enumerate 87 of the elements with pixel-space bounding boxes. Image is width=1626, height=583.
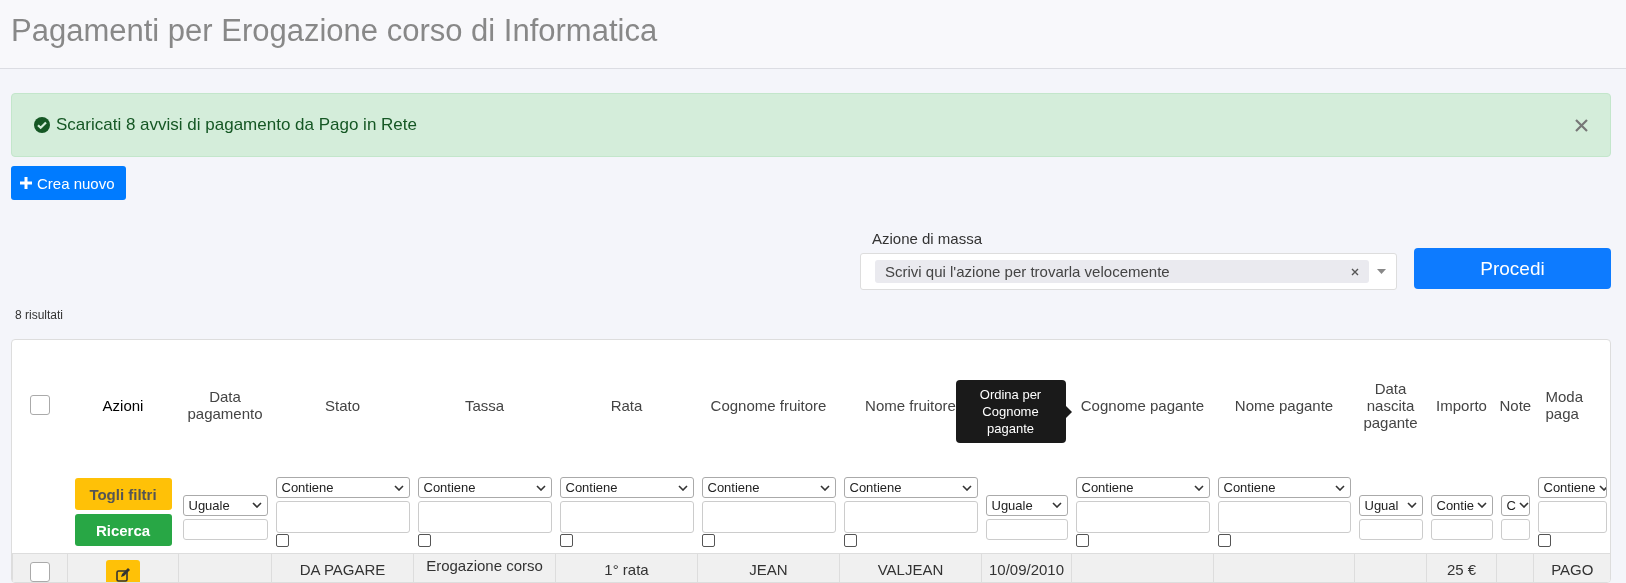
operator-select[interactable]: Contiene [1537,477,1607,498]
column-header[interactable]: Data pagamento [181,388,269,422]
action-select[interactable]: Scrivi qui l'azione per trovarla velocemente [860,253,1397,290]
operator-select[interactable]: Contiene [275,477,410,498]
filter-input[interactable] [1500,518,1530,540]
chevron-down-icon [819,484,830,491]
row-checkbox[interactable] [30,562,50,582]
chevron-down-icon [535,484,546,491]
column-header[interactable]: Note [1499,396,1531,414]
column-header[interactable]: Importo [1429,396,1494,414]
create-button[interactable]: Crea nuovo [11,166,126,200]
dropdown-caret-icon[interactable] [1377,269,1386,274]
sort-tooltip: Ordina per Cognome pagante [955,380,1066,443]
operator-select[interactable]: Uguale [985,494,1068,516]
edit-button[interactable] [106,560,140,582]
filter-input[interactable] [1075,501,1210,533]
filter-checkbox[interactable] [1537,534,1551,547]
chevron-down-icon [393,484,404,491]
filter-input[interactable] [1217,501,1351,533]
filter-input[interactable] [275,501,410,533]
operator-select[interactable]: Contie [1430,494,1493,516]
column-header[interactable]: Tassa [416,396,553,414]
chevron-down-icon [1334,484,1345,491]
plus-icon [20,177,32,189]
filter-input[interactable] [559,501,694,533]
filter-input[interactable] [1430,518,1493,540]
operator-select[interactable]: Uguale [182,494,268,516]
filter-input[interactable] [1358,518,1423,540]
filter-input[interactable] [985,518,1068,540]
chevron-down-icon [1477,502,1488,508]
filter-input[interactable] [182,518,268,540]
selected-action: Scrivi qui l'azione per trovarla velocemente [885,263,1171,280]
table-cell: Erogazione corso [426,557,543,574]
proceed-button[interactable]: Procedi [1414,248,1611,289]
field-label: Azione di massa [872,230,984,247]
column-header[interactable]: Moda paga [1545,388,1608,422]
table-cell: 10/09/2010 [988,561,1065,578]
page-title: Pagamenti per Erogazione corso di Informatica [11,13,659,49]
column-header[interactable]: Data nascita pagante [1357,379,1424,431]
filter-checkbox[interactable] [1075,534,1089,547]
result-count: 8 risultati [15,308,64,322]
operator-select[interactable]: Contiene [701,477,836,498]
clear-icon[interactable] [1351,267,1359,276]
filter-checkbox[interactable] [559,534,573,547]
filter-checkbox[interactable] [275,534,289,547]
table-cell: VALJEAN [877,561,944,578]
filter-checkbox[interactable] [1217,534,1231,547]
operator-select[interactable]: Contiene [417,477,552,498]
filter-input[interactable] [701,501,836,533]
filter-checkbox[interactable] [417,534,431,547]
column-header[interactable]: Rata [558,396,695,414]
chevron-down-icon [1518,502,1529,508]
check-circle-icon [34,117,50,133]
alert-message: Scaricati 8 avvisi di pagamento da Pago in Rete [56,115,418,135]
operator-select[interactable]: Contiene [1075,477,1210,498]
column-header[interactable]: Cognome pagante [1074,396,1211,414]
filter-checkbox[interactable] [701,534,715,547]
operator-select[interactable]: Contiene [843,477,978,498]
chevron-down-icon [1193,484,1204,491]
tooltip-arrow-icon [1065,405,1072,418]
chevron-down-icon [1406,502,1417,508]
table-cell: JEAN [749,561,788,578]
table-cell: 25 € [1446,561,1477,578]
filter-input[interactable] [1537,501,1607,533]
filter-checkbox[interactable] [843,534,857,547]
chevron-down-icon [1598,484,1606,491]
operator-select[interactable]: Contiene [1217,477,1351,498]
clear-filters-button[interactable]: Togli filtri [74,478,172,510]
table-cell: DA PAGARE [299,561,386,578]
chevron-down-icon [1051,502,1062,508]
operator-select[interactable]: C [1500,494,1530,516]
column-header[interactable]: Cognome fruitore [700,396,837,414]
chevron-down-icon [961,484,972,491]
select-all-checkbox[interactable] [30,395,50,415]
close-icon[interactable] [1575,118,1588,132]
table-cell: 1° rata [604,561,649,578]
column-header[interactable]: Stato [274,396,411,414]
table-cell: PAGO [1551,561,1594,578]
filter-input[interactable] [417,501,552,533]
column-header[interactable]: Nome pagante [1216,396,1352,414]
column-header: Azioni [101,395,145,416]
operator-select[interactable]: Contiene [559,477,694,498]
chevron-down-icon [251,502,262,508]
filter-input[interactable] [843,501,978,533]
chevron-down-icon [677,484,688,491]
edit-icon [116,568,130,582]
operator-select[interactable]: Ugual [1358,494,1423,516]
